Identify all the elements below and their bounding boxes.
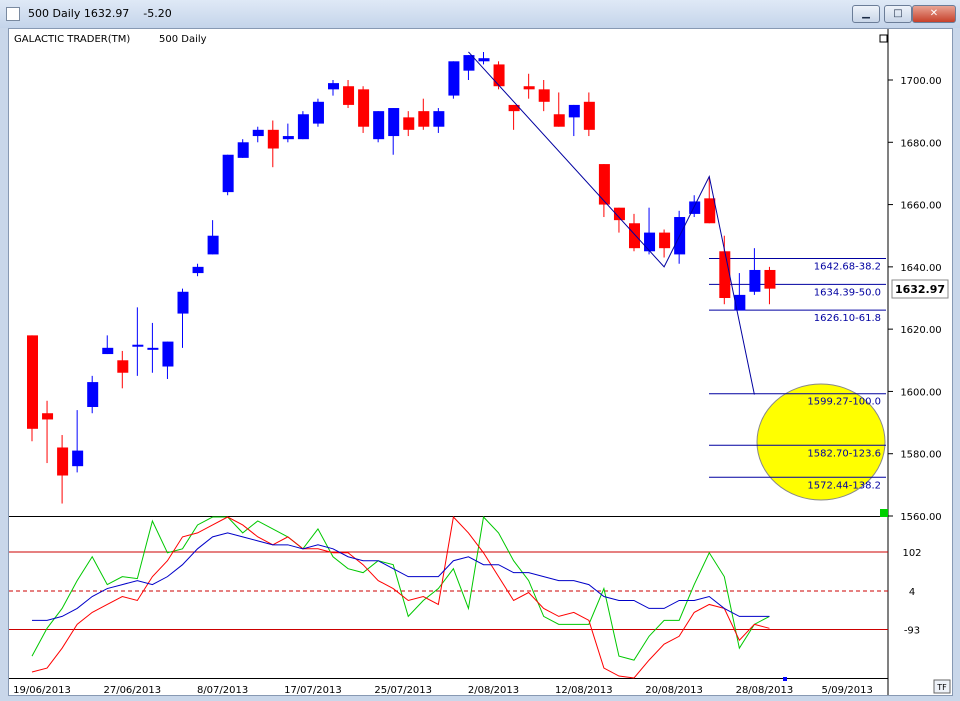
candle-body [388,108,400,137]
indicator-tick-label: 102 [902,548,921,559]
candle [222,154,234,196]
candle-body [42,413,54,420]
candle-body [493,64,505,87]
candle-body [222,154,234,193]
fib-level-label: 1626.10-61.8 [814,313,881,324]
candle-body [102,347,114,355]
maximize-button[interactable]: □ [884,5,912,23]
candle-body [297,114,309,140]
candle-body [252,129,264,137]
chart-window: GALACTIC TRADER(TM) 500 Daily 1642.68-38… [8,28,953,696]
x-tick-label: 8/07/2013 [197,685,248,695]
x-tick-label: 17/07/2013 [284,685,342,695]
minimize-button[interactable]: ▁ [852,5,880,23]
chart-header-instrument: 500 Daily [159,34,207,45]
fib-level-label: 1572.44-138.2 [807,480,881,491]
x-tick-label: 20/08/2013 [645,685,703,695]
x-tick-label: 19/06/2013 [13,685,71,695]
indicator-tick-label: -93 [904,626,920,637]
close-button[interactable]: ✕ [912,5,956,23]
candle-body [403,117,415,130]
candle-body [478,58,490,62]
candle-body [147,347,159,350]
candle-body [132,344,144,347]
candle-body [659,232,671,249]
candle-body [538,89,550,102]
y-tick-label: 1580.00 [900,450,941,461]
candle-body [328,83,339,90]
window-titlebar: 500 Daily 1632.97 -5.20 ▁ □ ✕ [0,0,960,28]
y-tick-label: 1560.00 [900,512,941,523]
x-tick-label: 2/08/2013 [468,685,519,695]
y-tick-label: 1640.00 [900,263,941,274]
candle [312,98,324,127]
candle [448,61,460,99]
price-chart[interactable]: GALACTIC TRADER(TM) 500 Daily 1642.68-38… [9,29,952,696]
candle-body [192,266,204,274]
pane-resize-handle[interactable] [880,509,888,517]
x-tick-label: 25/07/2013 [374,685,432,695]
candle-body [433,111,445,127]
candle-body [343,86,355,105]
y-tick-label: 1660.00 [900,201,941,212]
candle [27,335,38,442]
candle-body [312,101,324,124]
x-tick-label: 27/06/2013 [103,685,161,695]
x-tick-label: 28/08/2013 [736,685,794,695]
scroll-marker [783,677,787,681]
candle-body [418,111,430,127]
fib-level-label: 1634.39-50.0 [814,287,881,298]
y-tick-label: 1600.00 [900,387,941,398]
y-tick-label: 1700.00 [900,76,941,87]
candle-body [553,114,565,127]
candle [373,111,385,143]
candle-body [689,201,701,214]
last-price-label: 1632.97 [895,283,945,296]
candle-body [72,450,84,467]
candle-body [448,61,460,96]
y-tick-label: 1620.00 [900,325,941,336]
candle [297,111,309,140]
candle-body [27,335,38,429]
corner-marker[interactable] [879,34,888,43]
candle-body [719,251,731,298]
candle-body [358,89,370,127]
candle-body [282,136,294,140]
candle-body [583,101,595,130]
candle-body [749,269,761,292]
candle-body [117,360,129,373]
x-tick-label: 12/08/2013 [555,685,613,695]
candle [358,86,370,133]
candle-body [644,232,656,252]
candle-body [764,269,776,289]
candle-body [598,164,610,205]
candle-body [162,341,174,367]
fib-level-label: 1582.70-123.6 [807,448,881,459]
chart-header-name: GALACTIC TRADER(TM) [14,34,130,45]
candle-body [267,129,279,149]
tf-button-label: TF [936,683,947,692]
fib-level-label: 1599.27-100.0 [807,397,881,408]
candle-body [177,291,189,314]
candle-body [237,142,249,158]
candle-body [57,447,69,476]
candle-body [704,198,716,224]
window-title: 500 Daily 1632.97 -5.20 [28,7,172,20]
app-icon[interactable] [6,7,20,21]
candle-body [87,382,99,407]
y-tick-label: 1680.00 [900,138,941,149]
x-tick-label: 5/09/2013 [822,685,873,695]
indicator-tick-label: 4 [909,587,915,598]
candle-body [629,223,640,249]
candle-body [568,104,580,118]
candle-body [207,235,219,255]
candle-body [373,111,385,140]
candle-body [523,86,535,90]
fib-level-label: 1642.68-38.2 [814,262,881,273]
